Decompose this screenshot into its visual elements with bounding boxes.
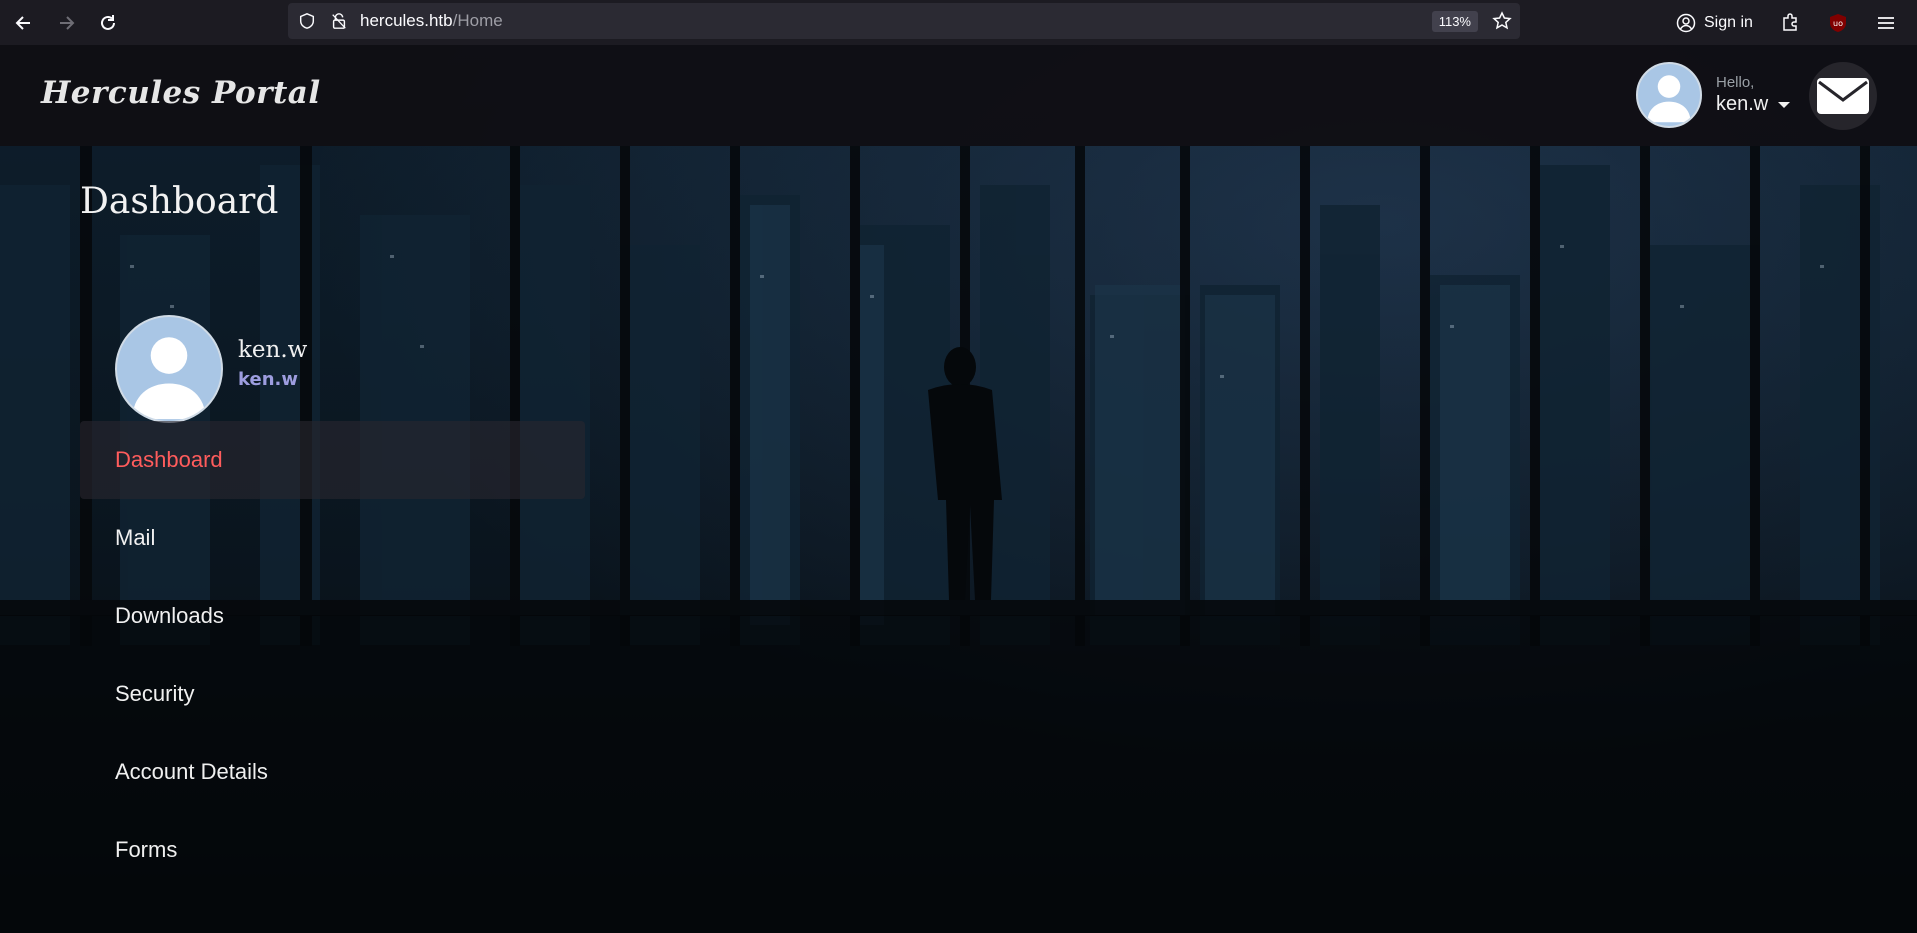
sidebar-item-account-details[interactable]: Account Details: [80, 733, 585, 811]
envelope-icon: [1817, 78, 1869, 114]
greeting-block[interactable]: Hello, ken.w: [1716, 74, 1791, 116]
site-header: Hercules Portal Hello, ken.w: [0, 45, 1917, 146]
sidebar-item-security[interactable]: Security: [80, 655, 585, 733]
page-viewport: Hercules Portal Hello, ken.w Dashboard k…: [0, 45, 1917, 933]
user-menu[interactable]: Hello, ken.w: [1636, 62, 1791, 128]
sidebar-item-downloads[interactable]: Downloads: [80, 577, 585, 655]
account-icon: [1676, 13, 1696, 32]
brand-logo[interactable]: Hercules Portal: [41, 75, 321, 111]
signin-label: Sign in: [1704, 13, 1753, 31]
profile-name: ken.w: [238, 337, 308, 363]
profile-card: ken.w ken.w: [115, 315, 307, 423]
user-avatar-icon: [1647, 75, 1691, 123]
reload-icon: [101, 14, 115, 30]
avatar: [115, 315, 223, 423]
sidebar-menu: Dashboard Mail Downloads Security Accoun…: [80, 421, 585, 889]
page-title: Dashboard: [80, 181, 279, 222]
reload-button[interactable]: [90, 5, 126, 41]
insecure-lock-icon[interactable]: [330, 12, 348, 30]
back-button[interactable]: [6, 5, 42, 41]
browser-toolbar: hercules.htb/Home 113% Sign in uo: [0, 0, 1917, 45]
address-bar[interactable]: hercules.htb/Home 113%: [288, 3, 1520, 39]
user-avatar-icon: [132, 337, 206, 420]
extensions-icon[interactable]: [1779, 12, 1801, 34]
svg-text:uo: uo: [1833, 19, 1843, 28]
arrow-right-icon: [60, 15, 75, 30]
mail-button[interactable]: [1809, 62, 1877, 130]
profile-handle: ken.w: [238, 369, 298, 390]
zoom-level-badge[interactable]: 113%: [1431, 11, 1478, 32]
username-text: ken.w: [1716, 93, 1769, 115]
tracking-protection-icon[interactable]: [298, 12, 316, 30]
caret-down-icon: [1778, 101, 1791, 108]
bookmark-star-icon[interactable]: [1492, 11, 1512, 31]
forward-button[interactable]: [48, 5, 84, 41]
url-host: hercules.htb: [360, 11, 453, 30]
greeting-text: Hello,: [1716, 74, 1755, 91]
username-dropdown[interactable]: ken.w: [1716, 93, 1791, 116]
arrow-left-icon: [15, 15, 30, 30]
signin-button[interactable]: Sign in: [1676, 13, 1753, 33]
sidebar-item-forms[interactable]: Forms: [80, 811, 585, 889]
profile-text: ken.w ken.w: [238, 337, 307, 390]
hamburger-menu-icon[interactable]: [1875, 12, 1897, 34]
sidebar-item-mail[interactable]: Mail: [80, 499, 585, 577]
url-path: /Home: [452, 11, 503, 30]
browser-right-tools: Sign in uo: [1660, 0, 1897, 45]
ublock-shield-icon[interactable]: uo: [1827, 12, 1849, 34]
avatar[interactable]: [1636, 62, 1702, 128]
sidebar-item-dashboard[interactable]: Dashboard: [80, 421, 585, 499]
url-text[interactable]: hercules.htb/Home: [360, 11, 503, 31]
